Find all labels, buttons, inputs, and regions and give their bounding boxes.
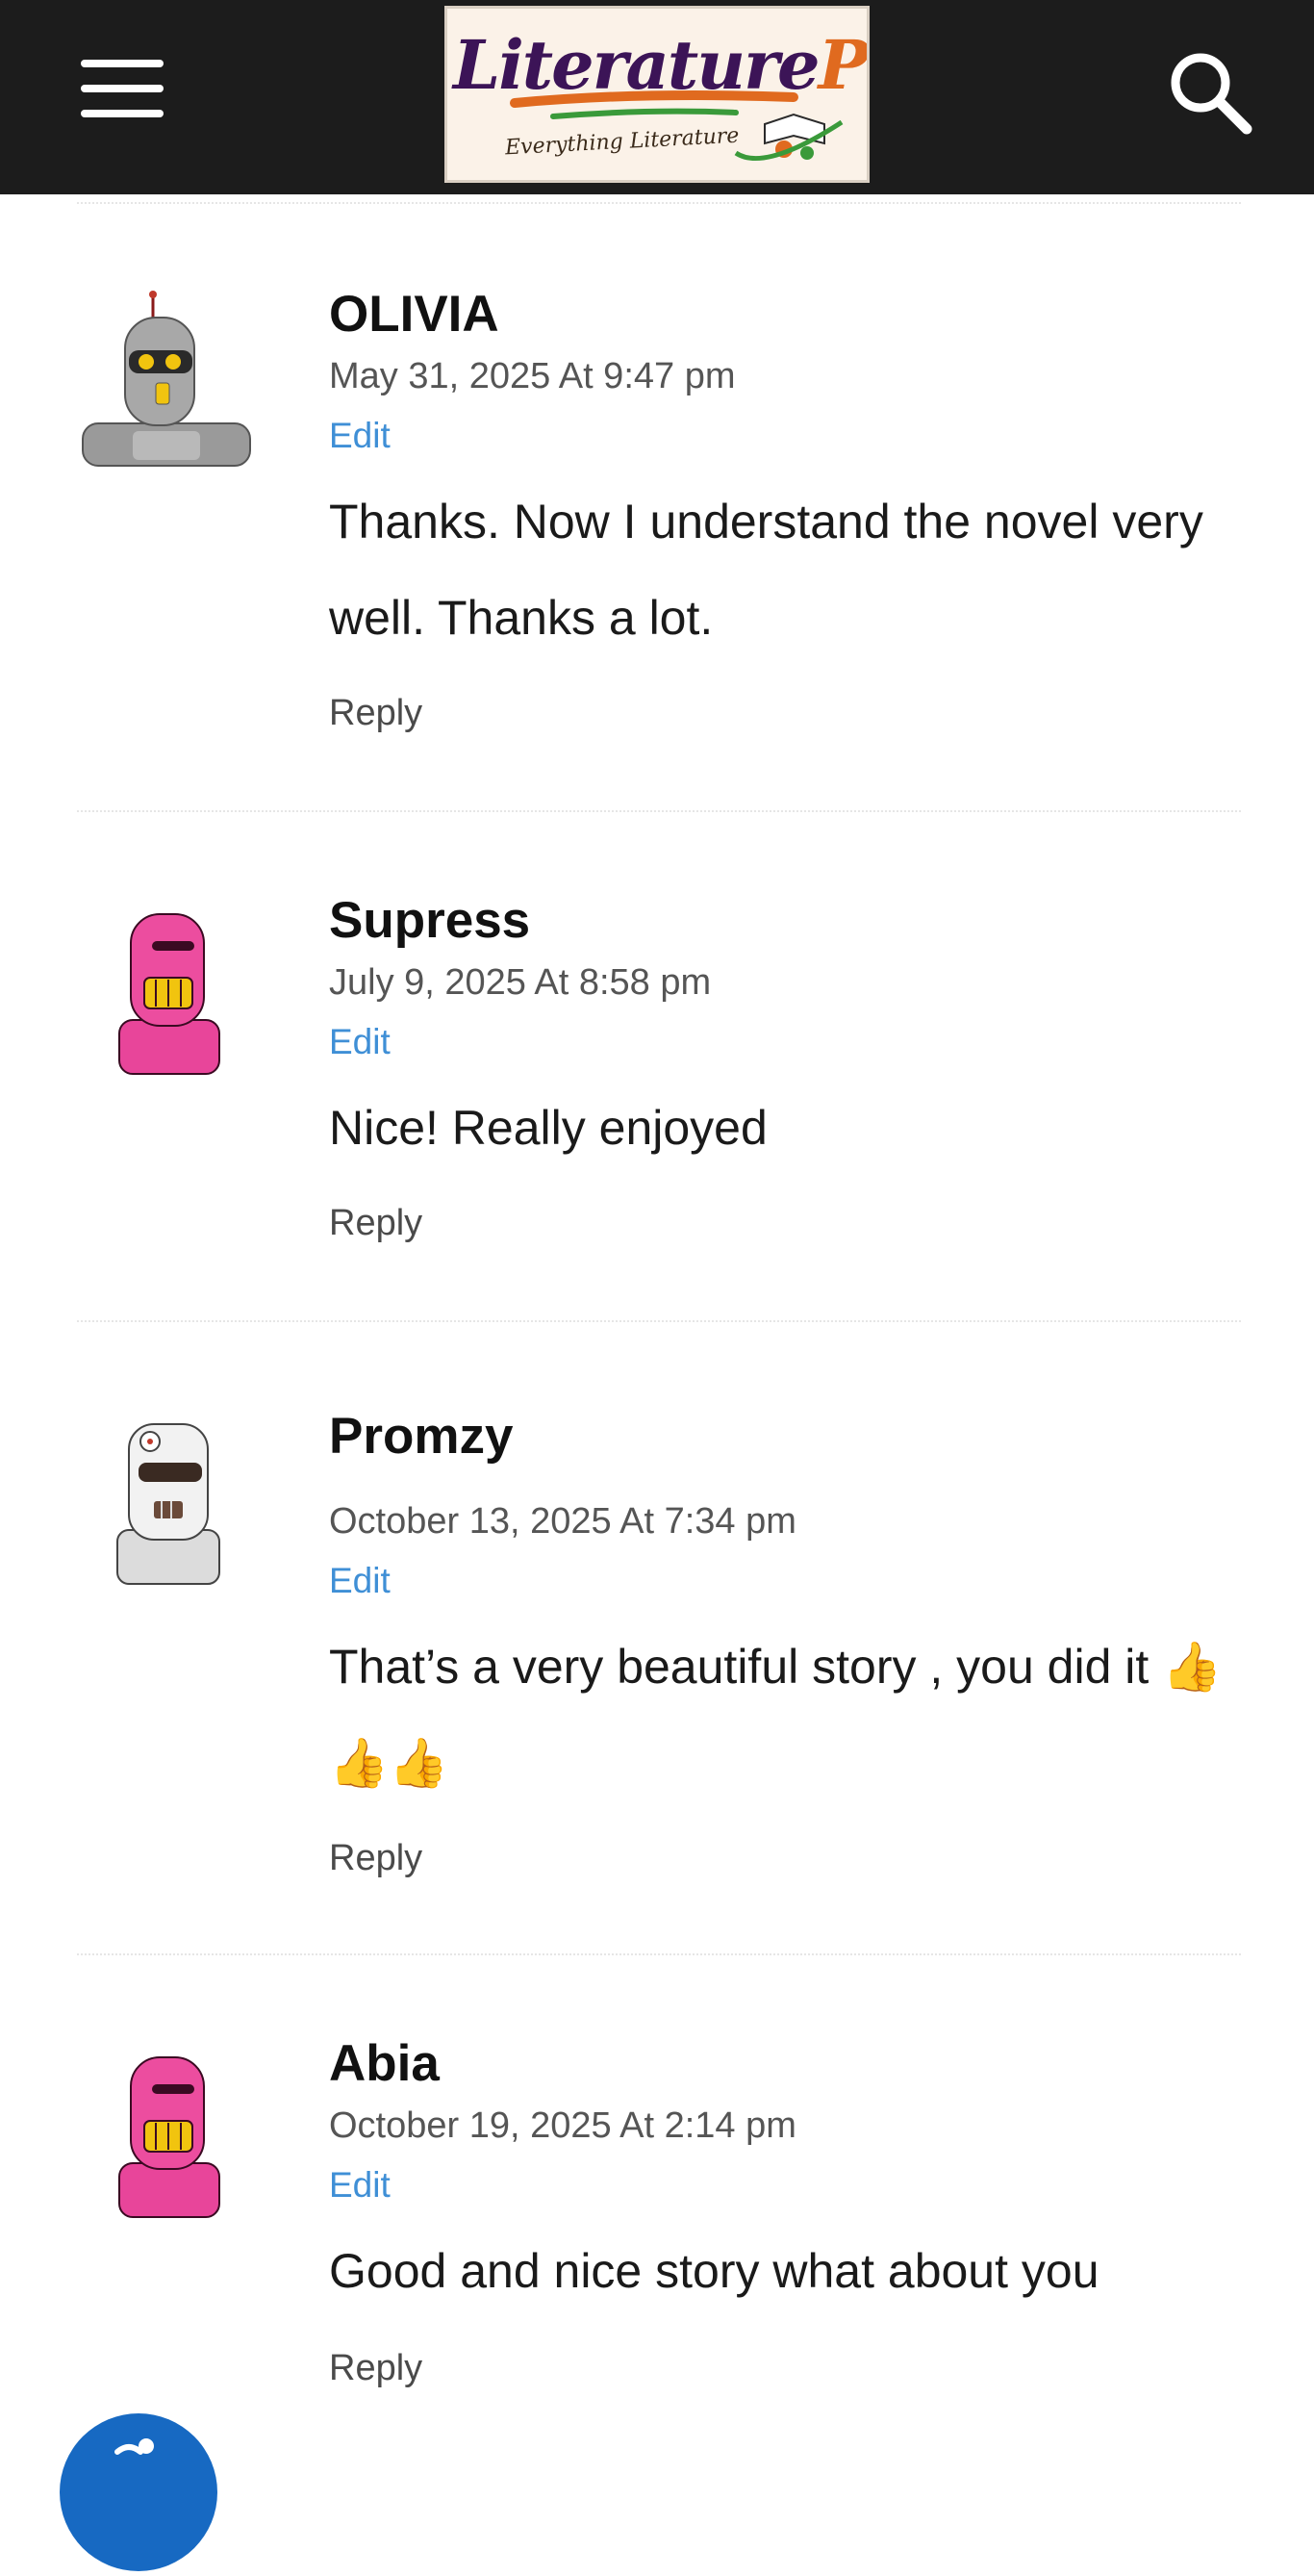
comment-author[interactable]: Supress: [329, 891, 530, 950]
comment-date[interactable]: October 13, 2025 At 7:34 pm: [329, 1501, 796, 1543]
site-logo[interactable]: LiteraturePadi Everything Literature: [444, 6, 870, 183]
comment-edit-link[interactable]: Edit: [329, 1561, 391, 1601]
comment-date[interactable]: July 9, 2025 At 8:58 pm: [329, 962, 711, 1004]
comment-text: Thanks. Now I understand the novel very …: [329, 495, 1203, 645]
top-navigation-bar: LiteraturePadi Everything Literature: [0, 0, 1314, 194]
logo-title: LiteraturePadi: [453, 25, 867, 105]
pink-robot-avatar[interactable]: [75, 895, 258, 1078]
comment-date[interactable]: May 31, 2025 At 9:47 pm: [329, 356, 736, 397]
comment-reply-link[interactable]: Reply: [329, 693, 422, 734]
comment-divider: [77, 202, 1241, 204]
hamburger-menu-icon[interactable]: [77, 54, 169, 125]
white-robot-avatar[interactable]: [75, 1405, 258, 1588]
comment-author[interactable]: OLIVIA: [329, 285, 499, 344]
comment-text: Nice! Really enjoyed: [329, 1101, 768, 1155]
search-icon[interactable]: [1164, 46, 1260, 142]
comment-edit-link[interactable]: Edit: [329, 1022, 391, 1062]
accessibility-icon[interactable]: [60, 2413, 217, 2571]
comment-text: Good and nice story what about you: [329, 2244, 1099, 2298]
comment-reply-link[interactable]: Reply: [329, 2348, 422, 2389]
comment-reply-link[interactable]: Reply: [329, 1203, 422, 1244]
comment-reply-link[interactable]: Reply: [329, 1838, 422, 1879]
comment-author[interactable]: Abia: [329, 2034, 440, 2093]
comment-divider: [77, 1953, 1241, 1955]
comment-edit-link[interactable]: Edit: [329, 2165, 391, 2206]
comment-date[interactable]: October 19, 2025 At 2:14 pm: [329, 2105, 796, 2147]
gray-robot-avatar[interactable]: [75, 289, 258, 472]
comment-author[interactable]: Promzy: [329, 1407, 513, 1466]
comment-divider: [77, 810, 1241, 812]
pink-robot-avatar[interactable]: [75, 2038, 258, 2221]
comment-divider: [77, 1320, 1241, 1322]
comment-text: That’s a very beautiful story , you did …: [329, 1640, 1223, 1790]
comment-edit-link[interactable]: Edit: [329, 416, 391, 456]
